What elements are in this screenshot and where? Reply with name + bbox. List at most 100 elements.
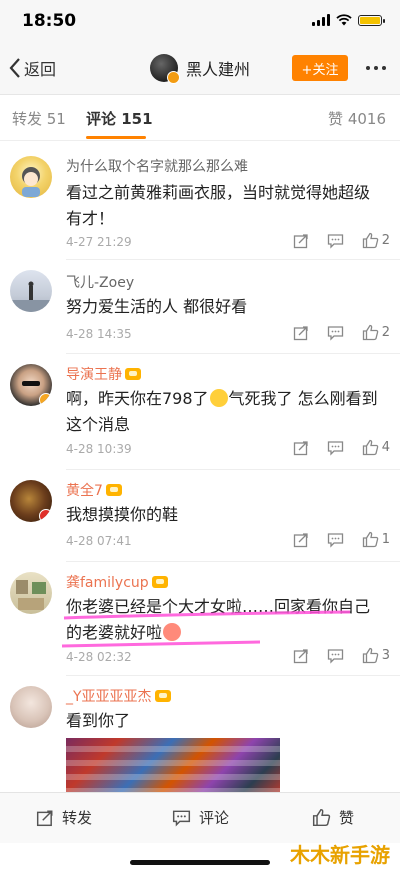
comment-text: 看过之前黄雅莉画衣服，当时就觉得她超级有才！: [66, 183, 371, 228]
crying-emoji-icon: [209, 389, 228, 407]
nav-bar: 返回 黑人建州 +关注: [0, 44, 400, 95]
avatar[interactable]: [10, 270, 52, 312]
tab-bar: 转发 51 评论 151 赞 4016: [0, 96, 400, 141]
comment-time: 4-28 07:41: [66, 534, 132, 548]
repost-button[interactable]: 转发: [36, 807, 92, 828]
comment-icon: [327, 648, 343, 664]
repost-action[interactable]: [293, 532, 309, 548]
wifi-icon: [336, 14, 352, 26]
share-icon: [293, 325, 308, 340]
repost-action[interactable]: [293, 325, 309, 341]
comment-actions: 1: [275, 531, 390, 548]
tab-repost[interactable]: 转发 51: [12, 108, 66, 129]
comment-text: 我想摸摸你的鞋: [66, 505, 179, 524]
thumbs-up-icon: [362, 439, 378, 456]
list-item: 导演王静 啊，昨天你在798了 气死我了 怎么刚看到这个消息 4-28 10:39…: [0, 356, 400, 470]
verified-badge-icon: [39, 393, 52, 406]
reply-action[interactable]: [327, 532, 344, 548]
comment-username[interactable]: 飞儿-Zoey: [66, 272, 134, 292]
list-item: 黄全7 我想摸摸你的鞋 4-28 07:41 1: [0, 472, 400, 562]
repost-label: 转发: [62, 809, 93, 827]
more-icon[interactable]: [366, 66, 386, 70]
username-text: 黄全7: [66, 483, 103, 499]
username-text: _Y亚亚亚亚杰: [66, 689, 152, 705]
user-badge-icon: [39, 509, 52, 522]
share-icon: [293, 532, 308, 547]
comment-icon: [327, 233, 343, 249]
reply-action[interactable]: [327, 325, 344, 341]
comment-username[interactable]: 导演王静: [66, 364, 141, 384]
like-action[interactable]: 4: [362, 439, 390, 456]
comment-time: 4-28 14:35: [66, 327, 132, 341]
nav-user[interactable]: 黑人建州: [150, 54, 250, 84]
back-label: 返回: [24, 60, 57, 79]
tab-underline: [86, 136, 146, 139]
avatar[interactable]: [10, 686, 52, 728]
comment-username[interactable]: 龚familycup: [66, 572, 168, 592]
status-bar: 18:50: [0, 0, 400, 44]
avatar[interactable]: [10, 480, 52, 522]
like-count: 3: [381, 648, 390, 663]
like-action[interactable]: 1: [362, 531, 390, 548]
username-text: 导演王静: [66, 367, 122, 383]
like-count: 2: [381, 233, 390, 248]
comment-time: 4-27 21:29: [66, 235, 132, 249]
reply-action[interactable]: [327, 440, 344, 456]
status-icons: [312, 14, 385, 26]
comment-username[interactable]: 为什么取个名字就那么那么难: [66, 156, 248, 176]
share-icon: [36, 810, 53, 826]
comment-actions: 2: [275, 324, 390, 341]
comment-icon: [172, 810, 191, 826]
comment-icon: [327, 532, 343, 548]
divider: [66, 675, 400, 676]
like-button[interactable]: 赞: [312, 807, 354, 828]
comment-time: 4-28 02:32: [66, 650, 132, 664]
home-indicator[interactable]: [130, 860, 270, 865]
reply-action[interactable]: [327, 233, 344, 249]
avatar[interactable]: [10, 156, 52, 198]
vip-crown-icon: [105, 484, 122, 496]
tab-likes[interactable]: 赞 4016: [328, 108, 386, 129]
reply-action[interactable]: [327, 648, 344, 664]
vip-crown-icon: [154, 690, 171, 702]
list-item: 飞儿-Zoey 努力爱生活的人 都很好看 4-28 14:35 2: [0, 262, 400, 354]
repost-action[interactable]: [293, 440, 309, 456]
like-count: 2: [381, 325, 390, 340]
comment-username[interactable]: _Y亚亚亚亚杰: [66, 686, 171, 706]
thumbs-up-icon: [312, 808, 331, 827]
divider: [66, 353, 400, 354]
list-item: 龚familycup 你老婆已经是个大才女啦……回家看你自己的老婆就好啦 4-2…: [0, 564, 400, 676]
battery-icon: [358, 14, 385, 26]
comment-actions: 2: [275, 232, 390, 249]
divider: [66, 469, 400, 470]
cellular-signal-icon: [312, 14, 330, 26]
comment-icon: [327, 325, 343, 341]
status-time: 18:50: [22, 11, 77, 31]
comment-text-part: 啊，昨天你在798了: [66, 389, 209, 408]
like-label: 赞: [339, 809, 355, 827]
comment-text: 努力爱生活的人 都很好看: [66, 297, 248, 316]
thumbs-up-icon: [362, 232, 378, 249]
tab-comment[interactable]: 评论 151: [86, 108, 153, 129]
back-button[interactable]: 返回: [8, 56, 56, 80]
avatar[interactable]: [10, 572, 52, 614]
like-action[interactable]: 3: [362, 647, 390, 664]
repost-action[interactable]: [293, 648, 309, 664]
comment-image[interactable]: [66, 738, 280, 796]
username-text: 龚familycup: [66, 575, 149, 591]
comment-button[interactable]: 评论: [172, 807, 229, 828]
divider: [66, 561, 400, 562]
watermark-text: 木木新手游: [290, 843, 390, 867]
like-action[interactable]: 2: [362, 232, 390, 249]
avatar[interactable]: [10, 364, 52, 406]
repost-action[interactable]: [293, 233, 309, 249]
comment-label: 评论: [199, 809, 230, 827]
bottom-action-bar: 转发 评论 赞: [0, 792, 400, 843]
vip-crown-icon: [125, 368, 141, 380]
comment-text: 啊，昨天你在798了 气死我了 怎么刚看到这个消息: [66, 386, 384, 438]
avatar: [150, 54, 180, 84]
follow-button[interactable]: +关注: [292, 55, 348, 81]
comment-username[interactable]: 黄全7: [66, 480, 122, 500]
like-action[interactable]: 2: [362, 324, 390, 341]
comment-time: 4-28 10:39: [66, 442, 132, 456]
